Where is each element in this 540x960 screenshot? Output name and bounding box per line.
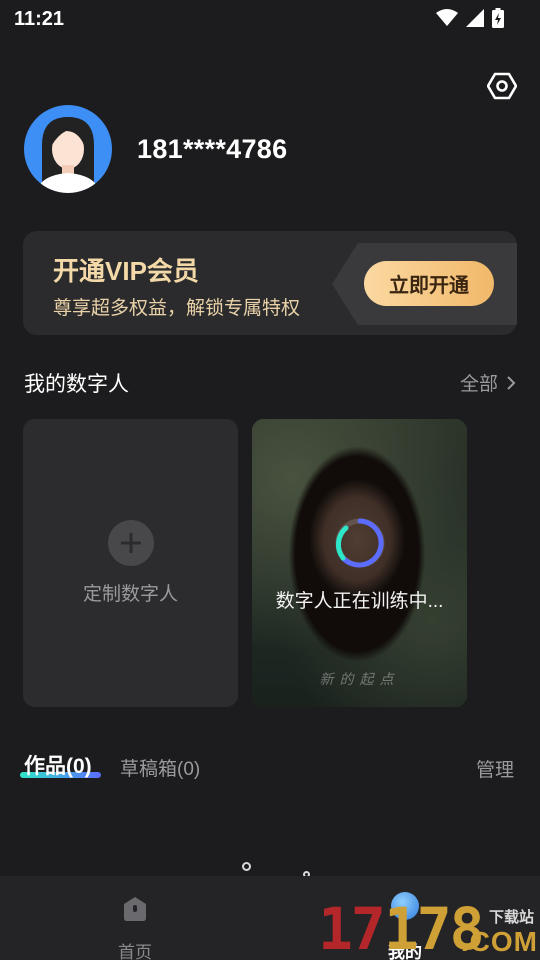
status-bar: 11:21 <box>0 0 540 38</box>
section-title: 我的数字人 <box>24 373 129 396</box>
plus-icon <box>121 533 141 553</box>
home-icon <box>124 897 146 921</box>
digital-humans-header: 我的数字人 全部 <box>24 368 516 396</box>
vip-subtitle: 尊享超多权益，解锁专属特权 <box>53 298 301 319</box>
tab-drafts[interactable]: 草稿箱(0) <box>120 754 200 781</box>
watermark-digits: 17178 <box>318 895 485 960</box>
watermark-top-text: 下载站 <box>488 909 534 926</box>
status-time: 11:21 <box>14 8 65 30</box>
loading-spinner-icon <box>335 518 385 568</box>
chevron-right-icon <box>507 375 516 390</box>
vip-title: 开通VIP会员 <box>53 256 199 286</box>
battery-charging-icon <box>492 8 504 28</box>
add-button <box>108 520 154 566</box>
watermark-domain: .COM <box>460 926 538 957</box>
site-watermark-logo: 17178 下载站 .COM <box>318 898 540 960</box>
settings-button[interactable] <box>486 70 518 102</box>
avatar[interactable] <box>24 105 112 193</box>
wifi-icon <box>436 9 458 26</box>
manage-button[interactable]: 管理 <box>476 755 514 782</box>
loading-dot <box>242 862 251 871</box>
view-all-link[interactable]: 全部 <box>460 369 516 396</box>
view-all-label: 全部 <box>459 374 498 395</box>
nav-home[interactable]: 首页 <box>95 890 175 960</box>
photo-caption: 新的起点 <box>319 672 400 688</box>
profile-header[interactable]: 181****4786 <box>24 105 287 193</box>
watermark-digits-red: 17 <box>318 895 386 960</box>
username: 181****4786 <box>137 133 288 164</box>
digital-human-card-training[interactable]: 数字人正在训练中... 新的起点 <box>252 419 467 707</box>
status-icons <box>436 8 504 28</box>
create-digital-human-card[interactable]: 定制数字人 <box>23 419 238 707</box>
create-digital-human-label: 定制数字人 <box>82 584 178 605</box>
works-tabs: 作品(0) 草稿箱(0) 管理 <box>20 750 516 784</box>
training-status: 数字人正在训练中... <box>275 591 444 612</box>
vip-banner[interactable]: 开通VIP会员 尊享超多权益，解锁专属特权 立即开通 <box>23 231 517 335</box>
nav-home-label: 首页 <box>118 943 152 960</box>
tab-works[interactable]: 作品(0) <box>24 750 92 780</box>
hexagon-gear-icon <box>487 72 517 100</box>
open-vip-button[interactable]: 立即开通 <box>364 261 494 306</box>
avatar-illustration <box>36 117 100 193</box>
cell-signal-icon <box>466 9 484 27</box>
